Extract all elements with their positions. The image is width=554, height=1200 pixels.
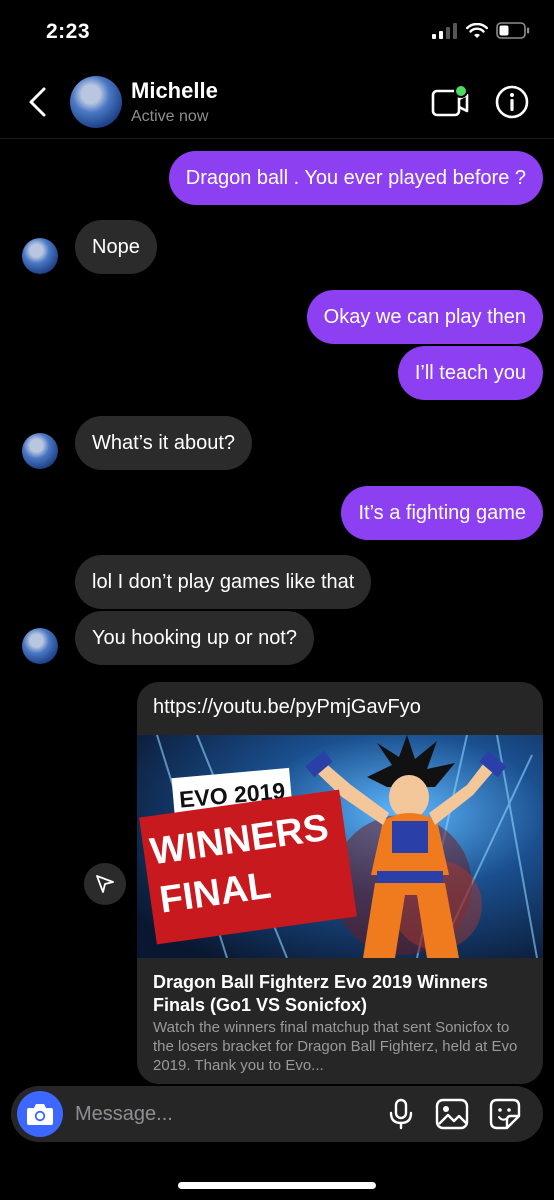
message-incoming[interactable]: lol I don’t play games like that: [75, 555, 372, 609]
sticker-icon[interactable]: [488, 1097, 522, 1131]
microphone-icon[interactable]: [384, 1097, 418, 1131]
video-call-icon[interactable]: [430, 84, 470, 120]
contact-name[interactable]: Michelle: [131, 78, 218, 104]
battery-icon: [496, 22, 530, 39]
status-icons: [432, 22, 530, 39]
video-description: Watch the winners final matchup that sen…: [153, 1019, 518, 1074]
contact-avatar-small[interactable]: [22, 433, 58, 469]
signal-icon: [432, 22, 457, 39]
video-title: Dragon Ball Fighterz Evo 2019 Winners Fi…: [153, 972, 488, 1015]
back-arrow-icon[interactable]: [24, 86, 52, 118]
message-outgoing[interactable]: Okay we can play then: [306, 290, 543, 344]
wifi-icon: [466, 22, 488, 38]
info-icon[interactable]: [494, 84, 530, 120]
share-button[interactable]: [84, 863, 126, 905]
message-outgoing[interactable]: Dragon ball . You ever played before ?: [168, 151, 543, 205]
link-url[interactable]: https://youtu.be/pyPmjGavFyo: [153, 696, 421, 719]
message-incoming[interactable]: You hooking up or not?: [75, 611, 314, 665]
video-thumbnail[interactable]: EVO 2019 WINNERS FINAL: [137, 735, 543, 958]
contact-avatar[interactable]: [70, 76, 122, 128]
contact-avatar-small[interactable]: [22, 628, 58, 664]
message-outgoing[interactable]: I’ll teach you: [397, 346, 543, 400]
message-incoming[interactable]: Nope: [75, 220, 157, 274]
gallery-icon[interactable]: [435, 1097, 469, 1131]
camera-button[interactable]: [17, 1091, 63, 1137]
message-incoming[interactable]: What’s it about?: [75, 416, 253, 470]
message-input[interactable]: Message...: [75, 1086, 173, 1142]
message-composer: Message...: [11, 1086, 543, 1142]
contact-active-status: Active now: [131, 108, 209, 125]
status-time: 2:23: [46, 20, 91, 43]
link-preview-card[interactable]: https://youtu.be/pyPmjGavFyo EVO 2019 WI…: [137, 682, 543, 1084]
camera-icon: [27, 1104, 53, 1125]
contact-avatar-small[interactable]: [22, 238, 58, 274]
chat-header: Michelle Active now: [0, 64, 554, 139]
send-icon: [96, 875, 114, 893]
home-indicator: [178, 1182, 376, 1189]
status-bar: 2:23: [0, 0, 554, 60]
message-outgoing[interactable]: It’s a fighting game: [341, 486, 543, 540]
